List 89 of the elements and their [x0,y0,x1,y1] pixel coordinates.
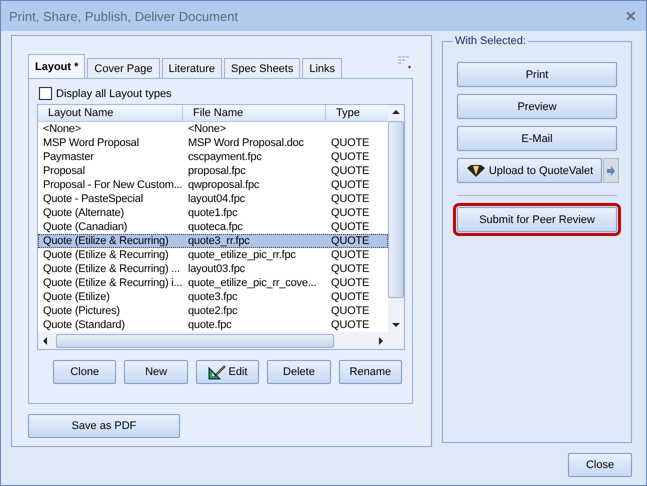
tab[interactable]: Links [302,58,342,78]
table-cell-text: QUOTE [330,136,370,150]
table-cell-text: quote2.fpc [187,304,238,318]
action-button[interactable]: E-Mail [457,126,617,151]
table-cell-text: cscpayment.fpc [187,150,263,164]
action-button[interactable]: Print [457,62,617,87]
ruler-pencil-icon [208,364,226,380]
list-row[interactable]: Proposal - For New Custom... qwproposal.fpc QUOTE [38,178,388,192]
table-cell-text: Quote (Standard) [42,318,126,332]
table-cell-text: QUOTE [330,304,370,318]
table-cell-text: <None> [187,122,227,136]
list-row[interactable]: Quote (Etilize & Recurring) quote_etilize_pic_rr.fpc QUOTE [38,248,388,262]
list-row[interactable]: Quote (Etilize & Recurring) i... quote_etilize_pic_rr_cove... QUOTE [38,276,388,290]
list-action-button[interactable]: Edit [196,360,260,384]
table-cell-text: quote1.fpc [187,206,238,220]
table-cell-text: QUOTE [330,164,370,178]
list-row[interactable]: Paymaster cscpayment.fpc QUOTE [38,150,388,164]
column-header[interactable]: Layout Name [38,105,183,121]
action-button[interactable]: Preview [457,94,617,119]
table-cell-text: quote.fpc [187,318,232,332]
horizontal-scrollbar[interactable] [38,332,404,349]
table-cell-text: Quote (Etilize) [42,290,111,304]
list-row[interactable]: Quote (Etilize) quote3.fpc QUOTE [38,290,388,304]
arrow-right-icon [606,164,616,176]
table-cell-text: Quote (Etilize & Recurring) i... [42,276,183,290]
dropdown-arrow-button[interactable] [603,158,619,183]
table-cell-text: layout03.fpc [187,262,246,276]
list-row[interactable]: Quote (Pictures) quote2.fpc QUOTE [38,304,388,318]
layout-grip-icon[interactable] [397,56,411,70]
tab[interactable]: Spec Sheets [224,58,300,78]
save-as-pdf-button[interactable]: Save as PDF [28,414,180,438]
list-row[interactable]: Quote (Etilize & Recurring) quote3_rr.fpc QUOTE [38,234,388,248]
tab[interactable]: Literature [162,58,222,78]
column-header[interactable]: Type [326,105,388,121]
table-cell-text: quote3.fpc [187,290,238,304]
tab[interactable]: Layout * [28,54,86,78]
table-cell-text: QUOTE [330,290,370,304]
upload-button[interactable]: Upload to QuoteValet [457,158,602,183]
table-cell-text: MSP Word Proposal [42,136,140,150]
list-row[interactable]: Quote (Canadian) quoteca.fpc QUOTE [38,220,388,234]
list-action-button[interactable]: Clone [53,360,116,384]
list-action-button[interactable]: Rename [338,360,402,384]
list-row[interactable]: Quote - PasteSpecial layout04.fpc QUOTE [38,192,388,206]
table-cell-text: <None> [42,122,82,136]
table-cell-text: qwproposal.fpc [187,178,260,192]
list-row[interactable]: Quote (Etilize & Recurring) ... layout03.fpc QUOTE [38,262,388,276]
table-cell-text: QUOTE [330,248,370,262]
table-cell-text: MSP Word Proposal.doc [187,136,305,150]
list-row[interactable]: MSP Word Proposal MSP Word Proposal.doc QUOTE [38,136,388,150]
table-cell-text: Quote - PasteSpecial [42,192,144,206]
table-cell-text: Quote (Alternate) [42,206,125,220]
table-cell-text: QUOTE [330,178,370,192]
checkbox[interactable] [39,87,52,100]
table-cell-text: quote_etilize_pic_rr_cove... [187,276,318,290]
tab[interactable]: Cover Page [87,58,160,78]
table-cell-text: Paymaster [42,150,95,164]
table-cell-text: Quote (Etilize & Recurring) [42,234,170,248]
table-cell-text: quote3_rr.fpc [187,234,251,248]
table-cell-text: quote_etilize_pic_rr.fpc [187,248,297,262]
list-row[interactable]: Proposal proposal.fpc QUOTE [38,164,388,178]
checkbox-label: Display all Layout types [56,88,172,100]
list-row[interactable]: Quote (Alternate) quote1.fpc QUOTE [38,206,388,220]
table-cell-text: QUOTE [330,276,370,290]
table-cell-text: QUOTE [330,192,370,206]
table-cell-text: QUOTE [330,318,370,332]
table-cell-text: Quote (Etilize & Recurring) [42,248,170,262]
table-cell-text: Proposal - For New Custom... [42,178,183,192]
table-cell-text: Proposal [42,164,86,178]
table-cell-text: QUOTE [330,220,370,234]
table-cell-text: proposal.fpc [187,164,247,178]
group-title: With Selected: [454,35,527,47]
close-dialog-button[interactable]: Close [568,453,632,477]
table-cell-text: Quote (Canadian) [42,220,128,234]
table-cell-text: QUOTE [330,206,370,220]
table-cell-text: QUOTE [330,150,370,164]
window-title: Print, Share, Publish, Deliver Document [9,8,238,24]
table-cell-text: QUOTE [330,262,370,276]
table-cell-text: Quote (Etilize & Recurring) ... [42,262,181,276]
list-row[interactable]: Quote (Standard) quote.fpc QUOTE [38,318,388,332]
table-cell-text: layout04.fpc [187,192,246,206]
gem-icon [466,164,486,178]
column-header[interactable]: File Name [183,105,326,121]
table-cell-text: Quote (Pictures) [42,304,121,318]
vertical-scrollbar[interactable] [388,105,404,332]
list-action-button[interactable]: Delete [267,360,331,384]
list-action-button[interactable]: New [124,360,188,384]
table-cell-text: QUOTE [330,234,370,248]
table-cell-text: quoteca.fpc [187,220,244,234]
list-row[interactable]: <None> <None> [38,122,388,136]
